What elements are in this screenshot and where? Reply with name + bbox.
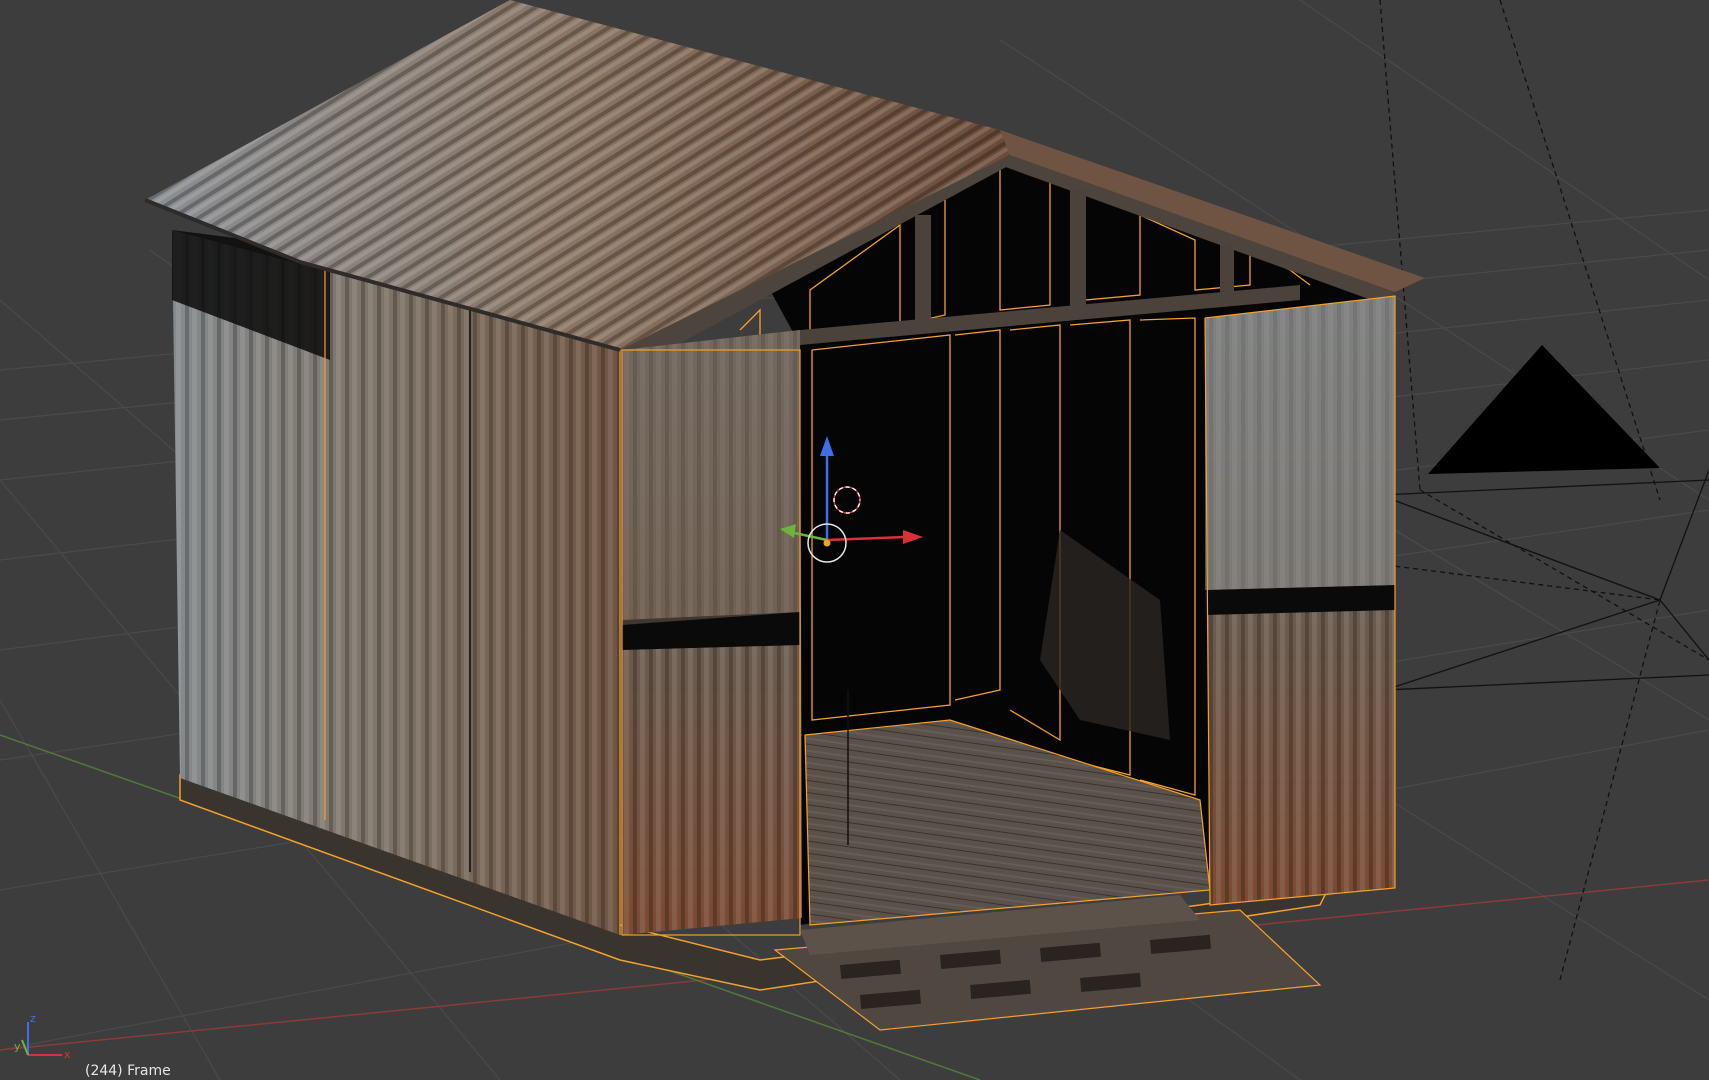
camera-up-triangle-icon[interactable] <box>1428 345 1660 474</box>
axis-x-label: x <box>64 1048 71 1061</box>
corrugated-metal-shed[interactable] <box>144 0 1425 1031</box>
viewport-canvas[interactable]: z x y <box>0 0 1709 1080</box>
frame-label: (244) Frame <box>85 1063 171 1079</box>
axis-z-label: z <box>30 1012 36 1025</box>
axis-indicator: z x y <box>14 1012 71 1061</box>
axis-y-label: y <box>14 1040 21 1053</box>
object-origin-dot <box>823 539 831 547</box>
3d-viewport[interactable]: z x y (244) Frame <box>0 0 1709 1080</box>
